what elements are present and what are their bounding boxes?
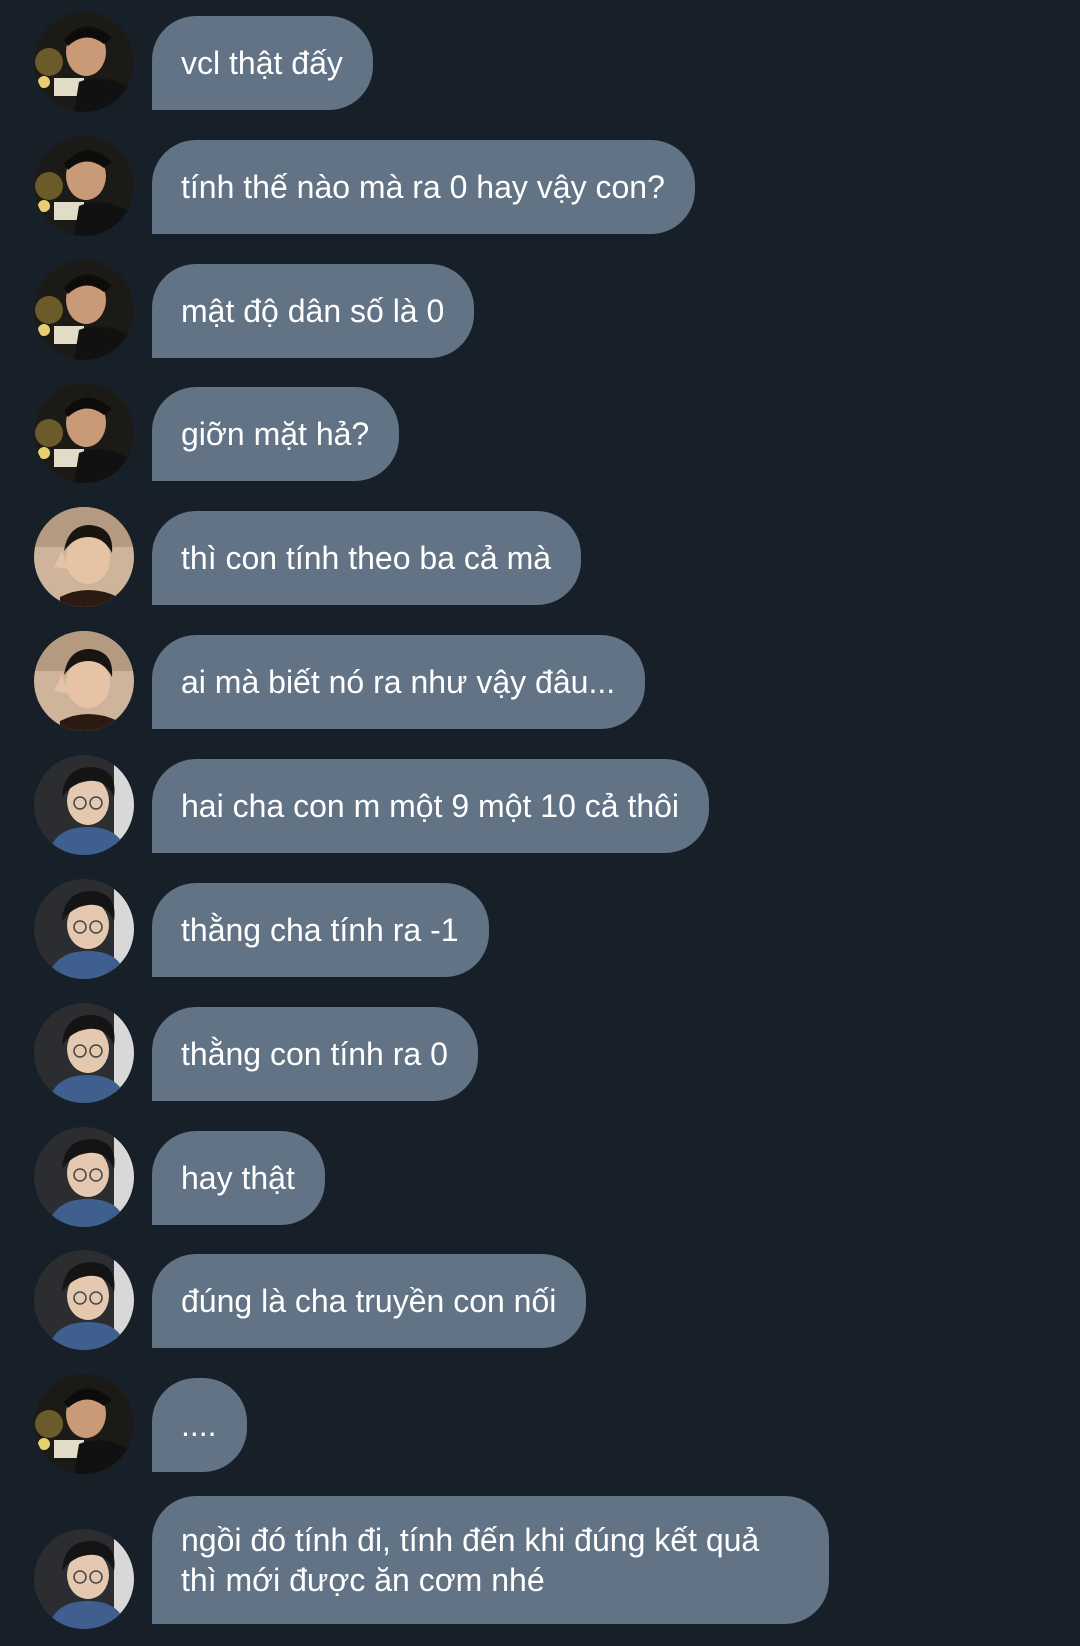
message-bubble[interactable]: ai mà biết nó ra như vậy đâu... <box>152 635 646 729</box>
message-bubble[interactable]: thì con tính theo ba cả mà <box>152 511 582 605</box>
message-bubble[interactable]: ngồi đó tính đi, tính đến khi đúng kết q… <box>152 1496 830 1624</box>
avatar[interactable] <box>34 1250 134 1350</box>
message-bubble[interactable]: mật độ dân số là 0 <box>152 264 475 358</box>
avatar[interactable] <box>34 879 134 979</box>
message-bubble[interactable]: .... <box>152 1378 247 1472</box>
avatar[interactable] <box>34 1374 134 1474</box>
message-bubble[interactable]: đúng là cha truyền con nối <box>152 1254 587 1348</box>
avatar[interactable] <box>34 507 134 607</box>
message-bubble[interactable]: hai cha con m một 9 một 10 cả thôi <box>152 759 710 853</box>
avatar[interactable] <box>34 136 134 236</box>
avatar[interactable] <box>34 383 134 483</box>
message-bubble[interactable]: thằng cha tính ra -1 <box>152 883 489 977</box>
avatar[interactable] <box>34 755 134 855</box>
message-bubble[interactable]: thằng con tính ra 0 <box>152 1007 478 1101</box>
message-bubble[interactable]: vcl thật đấy <box>152 16 373 110</box>
message-bubble[interactable]: giỡn mặt hả? <box>152 387 400 481</box>
avatar[interactable] <box>34 260 134 360</box>
message-bubble[interactable]: hay thật <box>152 1131 325 1225</box>
message-bubble[interactable]: tính thế nào mà ra 0 hay vậy con? <box>152 140 695 234</box>
avatar[interactable] <box>34 1003 134 1103</box>
avatar[interactable] <box>34 631 134 731</box>
avatar[interactable] <box>34 12 134 112</box>
avatar[interactable] <box>34 1127 134 1227</box>
avatar[interactable] <box>34 1529 134 1629</box>
